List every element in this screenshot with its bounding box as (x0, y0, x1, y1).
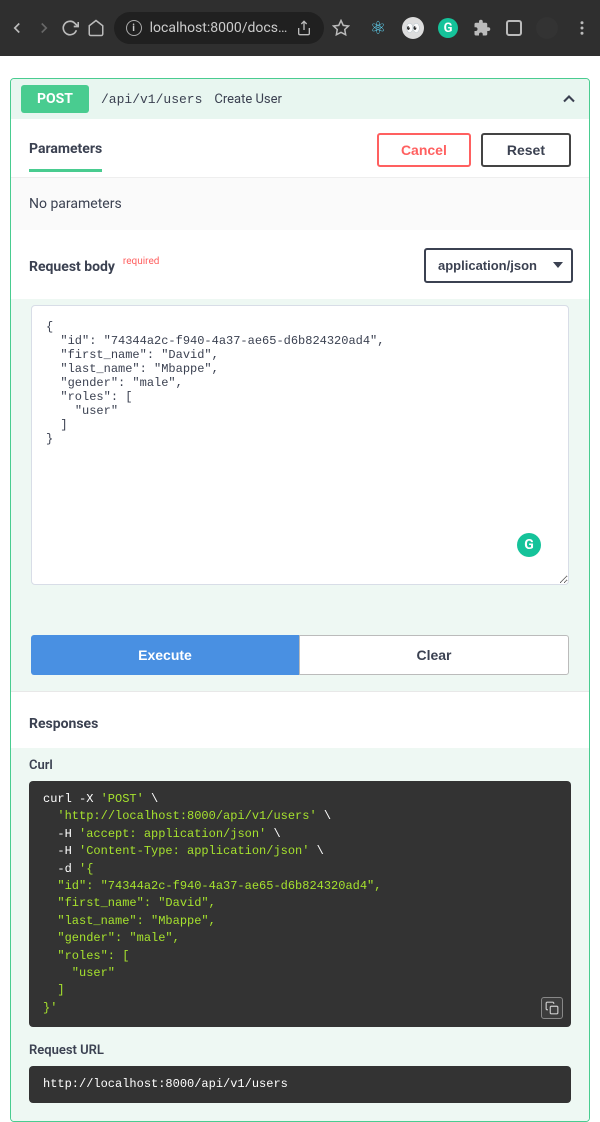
reset-button[interactable]: Reset (481, 133, 571, 167)
parameters-header: Parameters Cancel Reset (11, 119, 589, 178)
operation-block: POST /api/v1/users Create User Parameter… (10, 78, 590, 1122)
body-editor-wrap: G (11, 299, 589, 609)
curl-label: Curl (29, 758, 571, 773)
request-url-section: Request URL http://localhost:8000/api/v1… (11, 1033, 589, 1121)
curl-code-block[interactable]: curl -X 'POST' \ 'http://localhost:8000/… (29, 781, 571, 1027)
collapse-chevron-icon[interactable] (559, 89, 579, 109)
panel-toggle-icon[interactable] (506, 20, 522, 36)
star-icon[interactable] (332, 18, 350, 38)
request-body-editor[interactable] (31, 305, 569, 585)
cancel-button[interactable]: Cancel (377, 133, 471, 167)
request-body-title: Request body (29, 259, 115, 275)
back-icon[interactable] (8, 18, 26, 38)
content-type-select-wrap: application/json (424, 248, 573, 283)
clear-button[interactable]: Clear (299, 635, 569, 675)
url-bar[interactable]: i localhost:8000/docs... (114, 12, 324, 44)
copy-icon[interactable] (541, 997, 563, 1019)
extensions-row: ⚛ 👀 G (368, 17, 592, 39)
content-type-select[interactable]: application/json (424, 248, 573, 283)
operation-summary: Create User (214, 92, 282, 107)
forward-icon[interactable] (34, 18, 52, 38)
parameters-title: Parameters (29, 141, 102, 172)
page-content: POST /api/v1/users Create User Parameter… (0, 56, 600, 1122)
execute-button[interactable]: Execute (31, 635, 299, 675)
kebab-menu-icon[interactable] (572, 18, 592, 38)
operation-path: /api/v1/users (101, 92, 202, 107)
extensions-icon[interactable] (472, 18, 492, 38)
request-url-block[interactable]: http://localhost:8000/api/v1/users (29, 1066, 571, 1103)
required-tag: required (123, 256, 159, 267)
no-parameters-text: No parameters (11, 178, 589, 230)
url-text: localhost:8000/docs... (150, 20, 288, 36)
request-body-header: Request body required application/json (11, 230, 589, 299)
react-devtools-icon[interactable]: ⚛ (368, 18, 388, 38)
reload-icon[interactable] (61, 18, 79, 38)
site-info-icon[interactable]: i (126, 20, 142, 36)
browser-chrome: i localhost:8000/docs... ⚛ 👀 G (0, 0, 600, 56)
responses-title: Responses (11, 691, 589, 748)
method-badge: POST (21, 85, 89, 113)
share-icon[interactable] (296, 20, 312, 36)
curl-section: Curl curl -X 'POST' \ 'http://localhost:… (11, 748, 589, 1033)
operation-header[interactable]: POST /api/v1/users Create User (11, 79, 589, 119)
extension-icon[interactable]: 👀 (402, 17, 424, 39)
grammarly-badge-icon[interactable]: G (517, 533, 541, 557)
grammarly-icon[interactable]: G (438, 18, 458, 38)
profile-avatar-icon[interactable] (536, 17, 558, 39)
execute-row: Execute Clear (11, 609, 589, 691)
home-icon[interactable] (87, 18, 105, 38)
request-url-label: Request URL (29, 1043, 571, 1058)
